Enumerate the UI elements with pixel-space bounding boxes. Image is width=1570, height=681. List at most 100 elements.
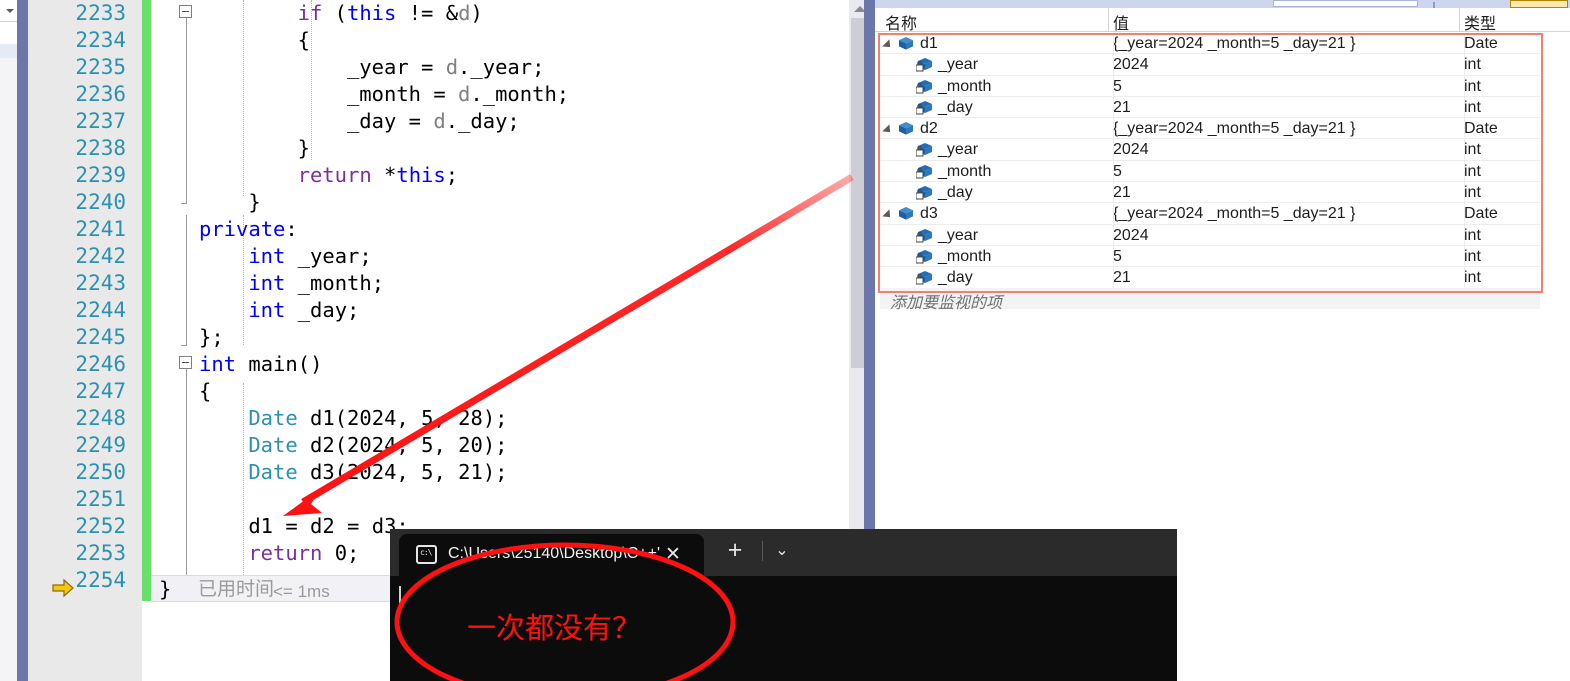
terminal-tab[interactable]: c:\ C:\Users\25140\Desktop\C++' ✕ bbox=[399, 534, 704, 576]
code-token: _day = bbox=[346, 109, 434, 133]
code-line[interactable]: { bbox=[298, 27, 310, 54]
code-token: ) bbox=[470, 1, 483, 25]
watch-rows[interactable]: d1 {_year=2024 _month=5 _day=21 } Date _yea… bbox=[880, 33, 1540, 289]
watch-row-value[interactable]: 2024 bbox=[1113, 54, 1149, 75]
watch-row-name: d2 bbox=[920, 120, 938, 138]
close-icon[interactable]: ✕ bbox=[663, 545, 683, 565]
watch-row[interactable]: d1 {_year=2024 _month=5 _day=21 } Date bbox=[880, 33, 1540, 55]
watch-row-name: d1 bbox=[920, 35, 938, 52]
code-line[interactable]: }; bbox=[199, 324, 224, 351]
code-token: main bbox=[248, 352, 298, 376]
column-header-type[interactable]: 类型 bbox=[1464, 10, 1496, 34]
watch-row[interactable]: _year 2024 int bbox=[880, 139, 1540, 161]
watch-row[interactable]: _month 5 int bbox=[880, 161, 1540, 183]
line-number: 2248 bbox=[75, 406, 126, 430]
code-token: ._day; bbox=[445, 109, 520, 133]
watch-row-value[interactable]: 2024 bbox=[1113, 139, 1149, 160]
code-line[interactable]: if (this != &d) bbox=[298, 0, 483, 27]
watch-row-value[interactable]: 21 bbox=[1113, 97, 1131, 118]
watch-row[interactable]: _month 5 int bbox=[880, 76, 1540, 97]
code-token: d1 = d2 = d3; bbox=[248, 514, 409, 538]
object-icon bbox=[898, 207, 914, 220]
code-line[interactable]: { bbox=[199, 378, 211, 405]
watch-row[interactable]: _day 21 int bbox=[880, 97, 1540, 119]
navigation-dropdown-secondary[interactable] bbox=[0, 22, 17, 44]
code-line[interactable]: Date d1(2024, 5, 28); bbox=[248, 405, 507, 432]
code-line[interactable]: return *this; bbox=[298, 162, 458, 189]
code-token: d bbox=[458, 82, 471, 106]
outline-bracket-private bbox=[186, 215, 187, 345]
code-line[interactable]: int main() bbox=[199, 351, 322, 378]
watch-row[interactable]: _year 2024 int bbox=[880, 54, 1540, 76]
chevron-down-icon[interactable]: ⌄ bbox=[770, 539, 794, 563]
column-divider-name-value[interactable] bbox=[1108, 8, 1109, 32]
watch-row[interactable]: _day 21 int bbox=[880, 267, 1540, 289]
terminal-caret bbox=[399, 586, 401, 608]
grid-line-value-type bbox=[1464, 33, 1465, 288]
watch-row-value[interactable]: 21 bbox=[1113, 182, 1131, 203]
code-line[interactable]: Date d2(2024, 5, 20); bbox=[248, 432, 507, 459]
left-splitter-bar[interactable] bbox=[17, 0, 28, 681]
code-line[interactable]: _day = d._day; bbox=[347, 108, 520, 135]
expander-icon[interactable] bbox=[882, 124, 894, 136]
code-line[interactable]: private: bbox=[199, 216, 298, 243]
code-line[interactable]: d1 = d2 = d3; bbox=[248, 513, 408, 540]
watch-row-value[interactable]: {_year=2024 _month=5 _day=21 } bbox=[1113, 33, 1355, 54]
watch-row-value[interactable]: 2024 bbox=[1113, 225, 1149, 246]
watch-row-name: _day bbox=[938, 98, 973, 116]
code-line[interactable]: Date d3(2024, 5, 21); bbox=[248, 459, 507, 486]
terminal-tab-bar[interactable]: c:\ C:\Users\25140\Desktop\C++' ✕ + ⌄ bbox=[390, 529, 1177, 576]
new-tab-icon[interactable]: + bbox=[723, 538, 747, 563]
code-token: _month = bbox=[346, 82, 459, 106]
watch-row[interactable]: _year 2024 int bbox=[880, 225, 1540, 246]
expander-icon[interactable] bbox=[882, 39, 894, 51]
expander-icon[interactable] bbox=[882, 209, 894, 222]
collapse-toggle-main[interactable] bbox=[179, 356, 192, 369]
private-field-icon bbox=[915, 164, 934, 180]
column-header-name[interactable]: 名称 bbox=[885, 10, 917, 34]
private-field-icon bbox=[915, 142, 934, 158]
code-token: ._year; bbox=[458, 55, 545, 79]
code-token: this bbox=[347, 1, 397, 25]
code-line[interactable]: return 0; bbox=[248, 540, 359, 567]
visual-studio-debug-screenshot: 2233 2234 2235 2236 2237 2238 2239 2240 2241 2242… bbox=[0, 0, 1570, 681]
code-token: 0; bbox=[322, 541, 360, 565]
column-header-value[interactable]: 值 bbox=[1113, 10, 1129, 34]
watch-highlight-button[interactable] bbox=[1510, 0, 1568, 8]
collapse-toggle-if[interactable] bbox=[179, 5, 192, 18]
navigation-dropdown[interactable] bbox=[0, 0, 17, 22]
watch-row-value[interactable]: 5 bbox=[1113, 76, 1122, 97]
elapsed-time-label: 已用时间 bbox=[198, 579, 275, 600]
code-line[interactable]: int _year; bbox=[248, 243, 371, 270]
watch-row[interactable]: _day 21 int bbox=[880, 182, 1540, 204]
code-token: ( bbox=[322, 1, 347, 25]
watch-toolbar[interactable] bbox=[875, 0, 1570, 8]
code-token: d3(2024, 5, 21); bbox=[297, 460, 508, 484]
code-line[interactable]: int _month; bbox=[248, 270, 384, 297]
private-field-icon bbox=[915, 100, 934, 116]
watch-row-value[interactable]: {_year=2024 _month=5 _day=21 } bbox=[1113, 118, 1355, 139]
watch-add-item-row[interactable]: 添加要监视的项 bbox=[880, 288, 1540, 312]
watch-row-value[interactable]: 5 bbox=[1113, 161, 1122, 182]
watch-row[interactable]: _month 5 int bbox=[880, 246, 1540, 268]
watch-row[interactable]: d2 {_year=2024 _month=5 _day=21 } Date bbox=[880, 118, 1540, 140]
watch-row[interactable]: d3 {_year=2024 _month=5 _day=21 } Date bbox=[880, 203, 1540, 225]
console-icon: c:\ bbox=[416, 545, 437, 564]
watch-search-input[interactable] bbox=[1273, 0, 1418, 7]
line-number: 2242 bbox=[75, 244, 126, 268]
private-field-icon bbox=[915, 228, 934, 244]
line-number: 2237 bbox=[75, 109, 126, 133]
line-number: 2243 bbox=[75, 271, 126, 295]
code-line[interactable]: _year = d._year; bbox=[347, 54, 545, 81]
code-line[interactable]: } bbox=[248, 189, 260, 216]
watch-row-value[interactable]: {_year=2024 _month=5 _day=21 } bbox=[1113, 203, 1355, 224]
column-divider-value-type[interactable] bbox=[1459, 8, 1460, 32]
code-line[interactable]: } bbox=[298, 135, 310, 162]
private-field-icon bbox=[915, 185, 934, 201]
change-indicator-bar bbox=[142, 0, 151, 601]
code-line[interactable]: _month = d._month; bbox=[347, 81, 569, 108]
watch-row-value[interactable]: 5 bbox=[1113, 246, 1122, 267]
watch-row-value[interactable]: 21 bbox=[1113, 267, 1131, 288]
code-line[interactable]: int _day; bbox=[248, 297, 359, 324]
editor-watch-splitter[interactable] bbox=[864, 0, 875, 608]
